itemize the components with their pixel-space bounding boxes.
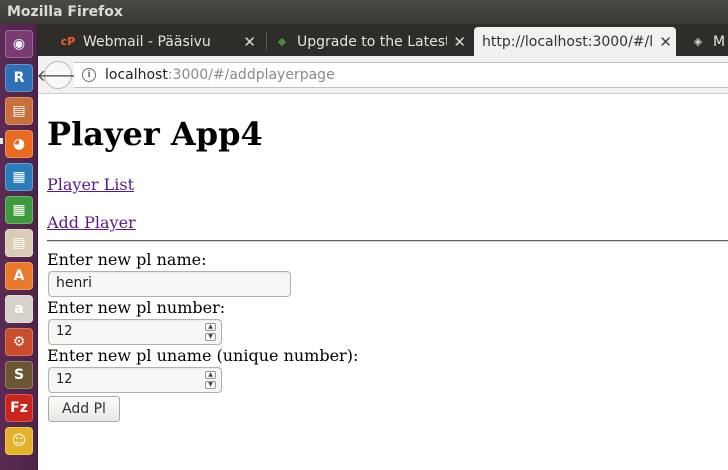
back-button[interactable]: 🡐 — [37, 61, 79, 89]
page-content: Player App4 Player List Add Player Enter… — [38, 95, 728, 470]
tab-strip: cP Webmail - Pääsivu ✕ ◆ Upgrade to the … — [38, 24, 728, 56]
firefox-icon[interactable]: ◕ — [5, 130, 33, 158]
sublime-text-icon[interactable]: S — [5, 361, 33, 389]
site-info-icon[interactable]: i — [82, 68, 96, 82]
uname-stepper[interactable]: ▲ ▼ — [205, 371, 216, 389]
active-app-indicator — [0, 138, 3, 144]
files-icon[interactable]: ▤ — [5, 97, 33, 125]
divider — [47, 240, 728, 242]
navigation-bar: 🡐 i localhost:3000/#/addplayerpage — [37, 56, 728, 94]
number-label: Enter new pl number: — [47, 298, 226, 317]
unity-launcher: ◉ R ▤ ◕ ▦ ▦ ▤ A a ⚙ S Fz ☺ — [0, 24, 38, 470]
dash-icon[interactable]: ◉ — [5, 30, 33, 58]
tab-close-icon[interactable]: ✕ — [453, 33, 466, 51]
window-title: Mozilla Firefox — [0, 0, 728, 24]
tab-label: Webmail - Pääsivu — [83, 33, 211, 50]
filezilla-icon[interactable]: Fz — [5, 394, 33, 422]
url-path: :3000/#/addplayerpage — [167, 67, 335, 83]
number-stepper[interactable]: ▲ ▼ — [205, 323, 216, 341]
number-value: 12 — [56, 324, 73, 339]
tab-upgrade[interactable]: ◆ Upgrade to the Latest ✕ — [274, 27, 470, 56]
increment-icon[interactable]: ▲ — [205, 323, 216, 331]
increment-icon[interactable]: ▲ — [205, 371, 216, 379]
name-label: Enter new pl name: — [47, 250, 207, 269]
tab-webmail[interactable]: cP Webmail - Pääsivu ✕ — [60, 27, 260, 56]
uname-input[interactable]: 12 ▲ ▼ — [48, 367, 222, 393]
add-player-link[interactable]: Add Player — [47, 213, 136, 232]
amazon-icon[interactable]: a — [5, 295, 33, 323]
tab-label: M — [713, 33, 726, 50]
tab-close-icon[interactable]: ✕ — [659, 33, 672, 51]
tux-icon[interactable]: ☺ — [5, 427, 33, 455]
player-list-link[interactable]: Player List — [47, 175, 134, 194]
tab-label: Upgrade to the Latest — [297, 33, 447, 50]
libreoffice-impress-icon[interactable]: ▦ — [5, 163, 33, 191]
url-bar[interactable]: i localhost:3000/#/addplayerpage — [74, 62, 728, 88]
name-input[interactable]: henri — [48, 271, 291, 297]
tab-label: http://localhost:3000/#/li — [482, 33, 654, 50]
number-input[interactable]: 12 ▲ ▼ — [48, 319, 222, 345]
r-icon[interactable]: R — [5, 64, 33, 92]
document-viewer-icon[interactable]: ▤ — [5, 229, 33, 257]
tab-separator — [266, 32, 267, 50]
decrement-icon[interactable]: ▼ — [205, 333, 216, 341]
decrement-icon[interactable]: ▼ — [205, 381, 216, 389]
libreoffice-calc-icon[interactable]: ▦ — [5, 196, 33, 224]
leaf-favicon-icon: ◆ — [277, 35, 287, 48]
tab-close-icon[interactable]: ✕ — [243, 33, 256, 51]
uname-value: 12 — [56, 372, 73, 387]
web-favicon-icon: ◈ — [693, 35, 703, 48]
page-title: Player App4 — [47, 115, 263, 153]
tab-overflow[interactable]: ◈ M — [690, 27, 728, 56]
cpanel-favicon-icon: cP — [60, 35, 76, 48]
software-center-icon[interactable]: A — [5, 262, 33, 290]
system-settings-icon[interactable]: ⚙ — [5, 328, 33, 356]
add-player-button[interactable]: Add Pl — [48, 396, 120, 422]
uname-label: Enter new pl uname (unique number): — [47, 346, 359, 365]
tab-localhost[interactable]: http://localhost:3000/#/li ✕ — [474, 27, 676, 56]
url-host: localhost — [105, 67, 168, 83]
